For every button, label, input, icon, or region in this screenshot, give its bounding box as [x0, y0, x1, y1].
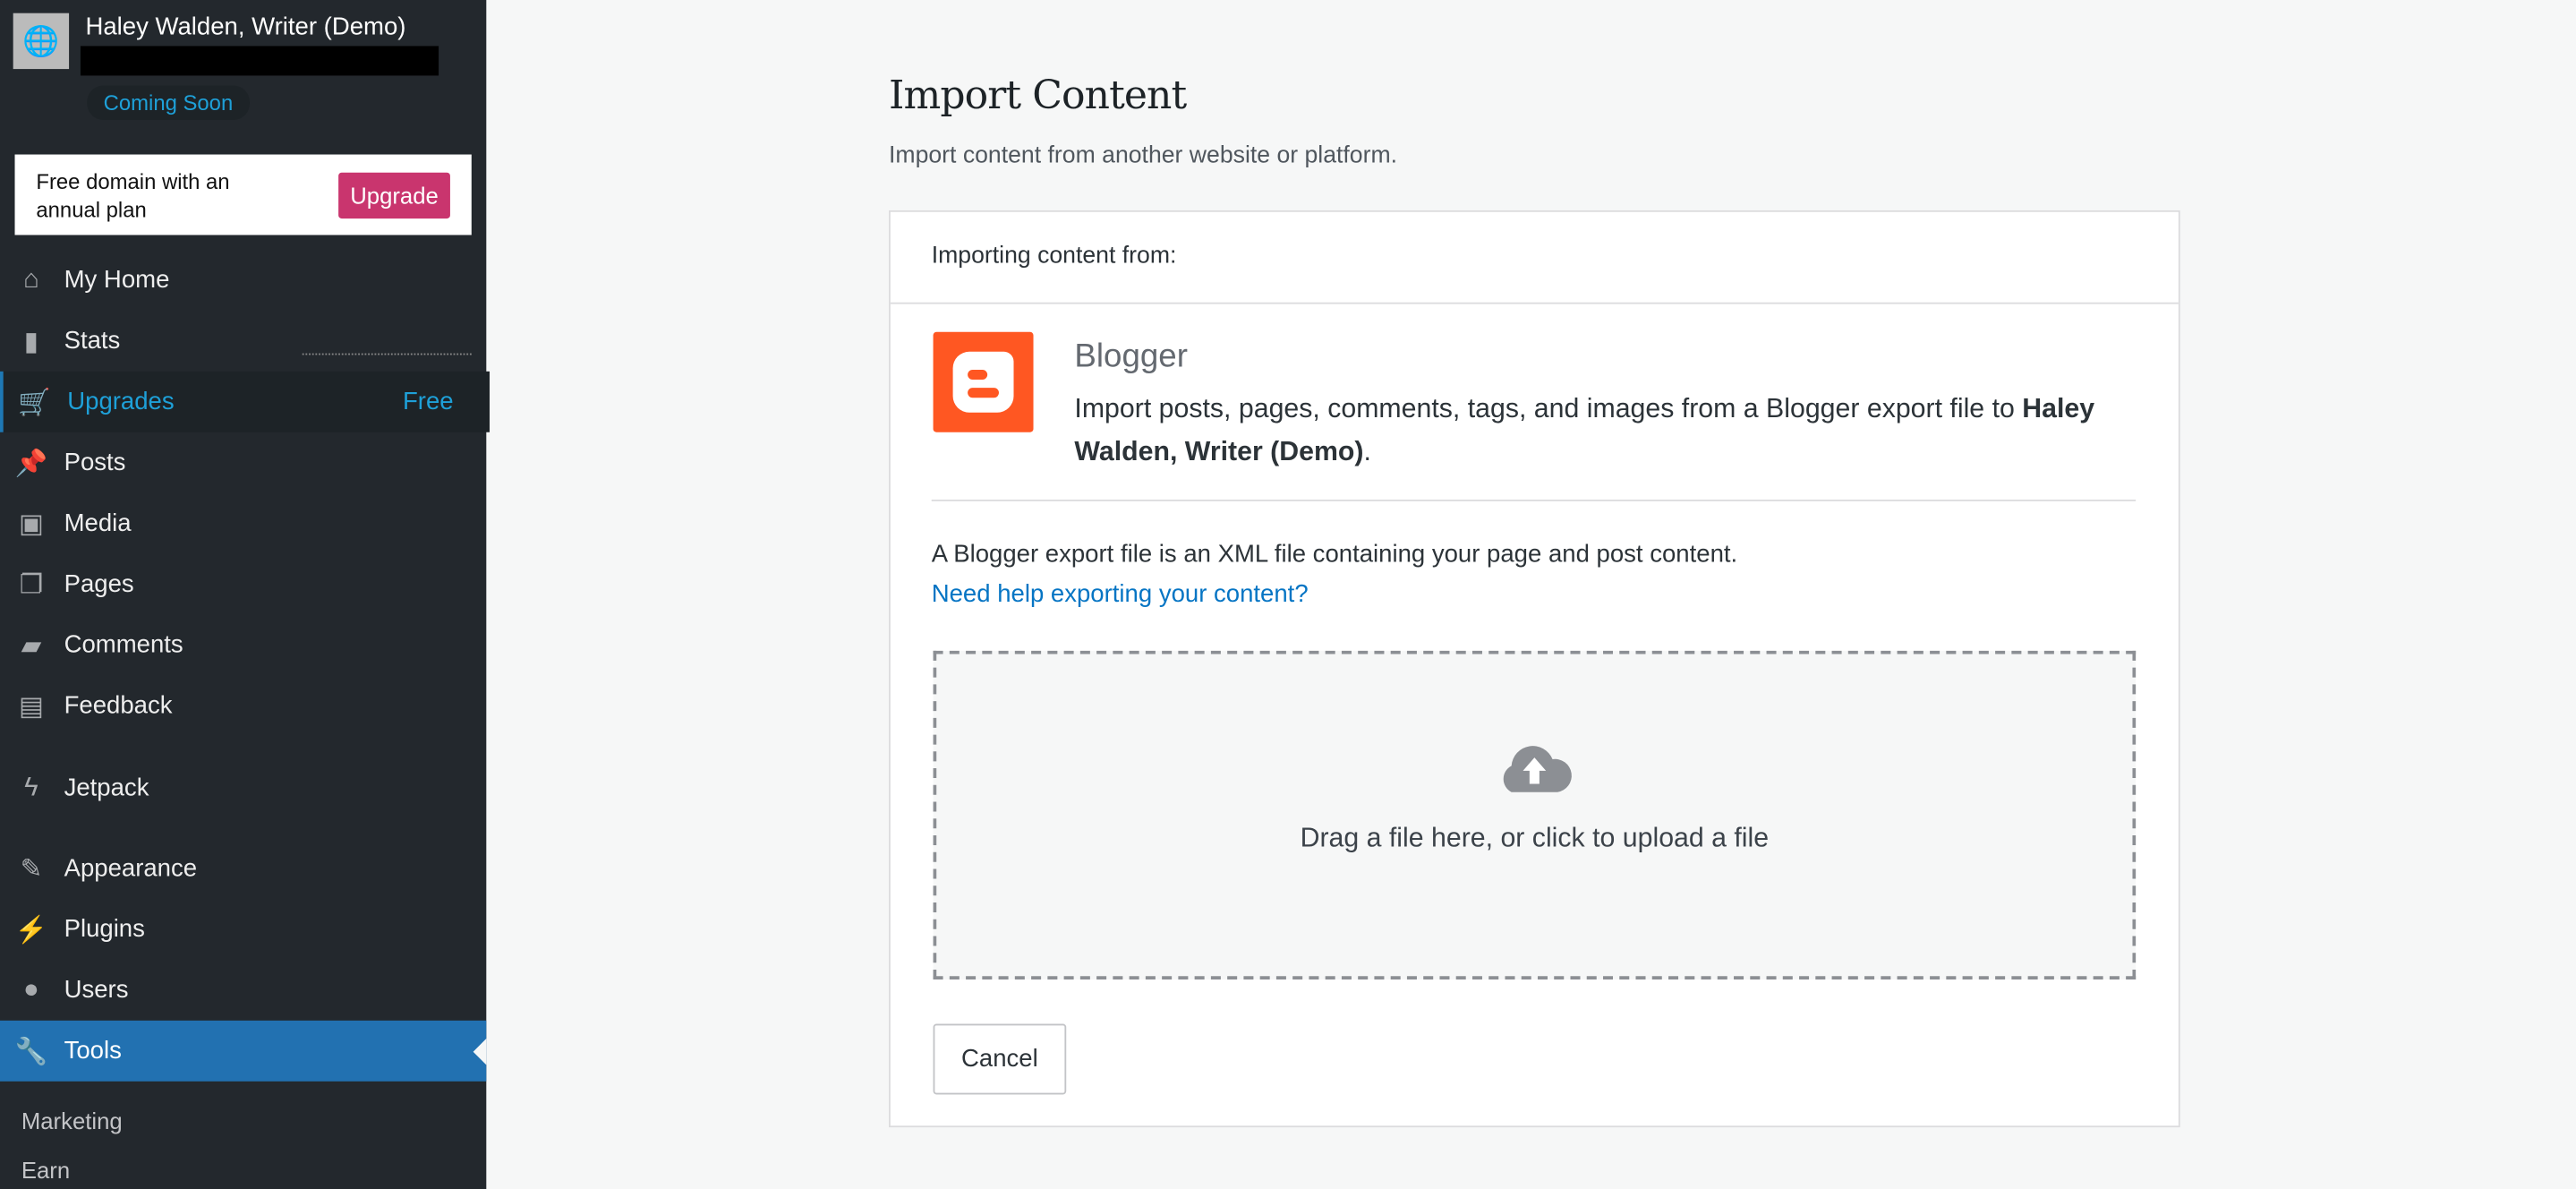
label: Posts: [64, 449, 126, 477]
divider: [302, 353, 472, 355]
current-arrow: [473, 1039, 487, 1065]
divider: [931, 499, 2137, 501]
importer-description: Import posts, pages, comments, tags, and…: [1074, 388, 2158, 473]
cart-icon: 🛒: [18, 389, 51, 417]
label: Pages: [64, 569, 134, 599]
sidebar-item-media[interactable]: ▣ Media: [0, 493, 486, 554]
promo-banner: Free domain with an annual plan Upgrade: [14, 154, 472, 235]
sidebar-item-users[interactable]: ● Users: [0, 960, 486, 1021]
cancel-button[interactable]: Cancel: [933, 1023, 1067, 1095]
label: My Home: [64, 266, 170, 295]
sidebar-item-pages[interactable]: ❐ Pages: [0, 554, 486, 615]
dropzone-text: Drag a file here, or click to upload a f…: [1300, 823, 1770, 853]
site-switcher[interactable]: 🌐 Haley Walden, Writer (Demo): [13, 13, 405, 70]
upload-cloud-icon: [1503, 746, 1572, 792]
status-badge: Coming Soon: [87, 85, 250, 120]
page-subtitle: Import content from another website or p…: [889, 142, 1398, 170]
sidebar-item-upgrades[interactable]: 🛒 Upgrades Free: [0, 371, 490, 432]
sidebar-item-my-home[interactable]: ⌂ My Home: [0, 250, 486, 311]
promo-text: Free domain with an annual plan: [36, 169, 230, 222]
user-icon: ●: [22, 975, 39, 1004]
label: Comments: [64, 630, 183, 660]
upgrade-button[interactable]: Upgrade: [338, 172, 450, 219]
label: Users: [64, 976, 129, 1005]
sidebar-item-plugins[interactable]: ⚡ Plugins: [0, 899, 486, 960]
label: Feedback: [64, 691, 173, 720]
card-header: Importing content from:: [890, 212, 2179, 304]
stats-icon: ▮: [23, 328, 38, 356]
site-name: Haley Walden, Writer (Demo): [85, 13, 406, 41]
sidebar-item-stats[interactable]: ▮ Stats: [0, 311, 486, 372]
label: Tools: [64, 1037, 122, 1065]
brush-icon: ✎: [20, 855, 43, 884]
label: Media: [64, 509, 132, 538]
redacted-url: [80, 46, 439, 76]
sidebar-item-appearance[interactable]: ✎ Appearance: [0, 838, 486, 899]
label: Stats: [64, 327, 121, 355]
pin-icon: 📌: [14, 449, 48, 478]
sidebar-item-comments[interactable]: ▰ Comments: [0, 614, 486, 675]
label: Jetpack: [64, 774, 149, 802]
media-icon: ▣: [18, 509, 44, 539]
help-link[interactable]: Need help exporting your content?: [932, 580, 1309, 608]
wrench-icon: 🔧: [14, 1038, 48, 1066]
sidebar: 🌐 Haley Walden, Writer (Demo) Coming Soo…: [0, 0, 490, 1189]
label: Plugins: [64, 915, 145, 944]
plug-icon: ⚡: [14, 916, 48, 945]
sidebar-item-jetpack[interactable]: ϟ Jetpack: [0, 757, 486, 818]
file-dropzone[interactable]: Drag a file here, or click to upload a f…: [933, 650, 2137, 979]
desc-text: Import posts, pages, comments, tags, and…: [1074, 394, 2023, 424]
desc-suffix: .: [1363, 437, 1371, 467]
blogger-logo-icon: [933, 331, 1034, 432]
info-text: A Blogger export file is an XML file con…: [931, 540, 1738, 569]
sidebar-item-tools[interactable]: 🔧 Tools: [0, 1020, 487, 1082]
submenu-earn[interactable]: Earn: [21, 1157, 70, 1183]
free-badge: Free: [402, 388, 454, 416]
page-title: Import Content: [889, 72, 1187, 119]
feedback-icon: ▤: [18, 692, 44, 721]
pages-icon: ❐: [19, 570, 44, 600]
label: Upgrades: [67, 388, 175, 416]
submenu-marketing[interactable]: Marketing: [21, 1108, 123, 1133]
jetpack-icon: ϟ: [24, 773, 38, 801]
importer-card: Importing content from: Blogger Import p…: [889, 210, 2180, 1128]
importer-name: Blogger: [1074, 338, 1188, 375]
sidebar-item-posts[interactable]: 📌 Posts: [0, 432, 486, 493]
sidebar-item-feedback[interactable]: ▤ Feedback: [0, 675, 486, 736]
home-icon: ⌂: [22, 265, 39, 294]
globe-icon: 🌐: [13, 13, 70, 70]
label: Appearance: [64, 854, 198, 883]
comment-icon: ▰: [21, 631, 42, 660]
